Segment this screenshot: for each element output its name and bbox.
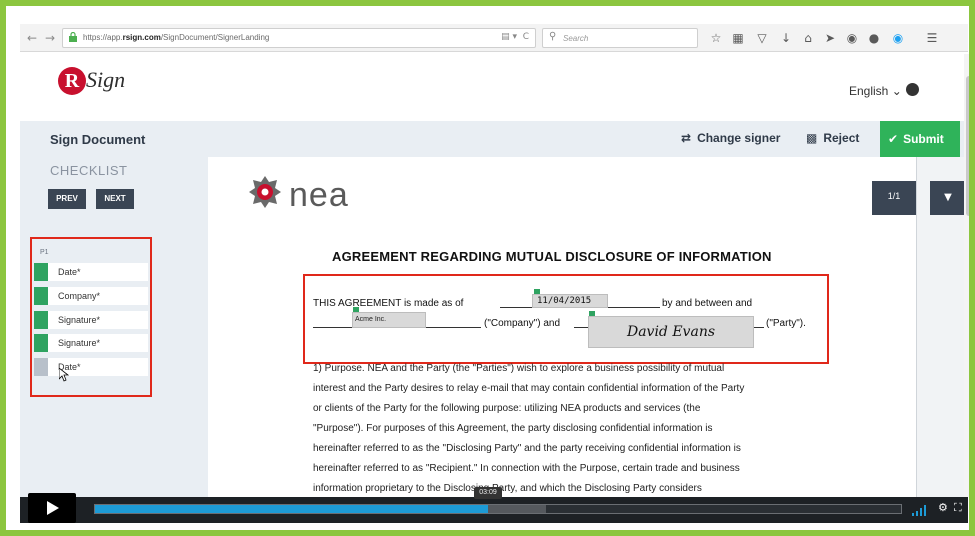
checklist-item-signature[interactable]: Signature* bbox=[34, 311, 148, 329]
trash-icon: ▩ bbox=[806, 131, 818, 145]
agreement-line-1a: THIS AGREEMENT is made as of bbox=[313, 298, 464, 309]
lock-icon bbox=[69, 32, 77, 42]
checklist-item-date[interactable]: Date* bbox=[34, 358, 148, 376]
date-field[interactable]: 11/04/2015 bbox=[532, 294, 608, 308]
body-line: 1) Purpose. NEA and the Party (the "Part… bbox=[313, 363, 725, 374]
search-bar[interactable]: ⚲ Search bbox=[542, 28, 698, 48]
prev-button[interactable]: PREV bbox=[48, 189, 86, 209]
completed-indicator bbox=[34, 311, 48, 329]
completed-indicator bbox=[34, 287, 48, 305]
checkmark-icon: ✔ bbox=[888, 132, 899, 146]
change-signer-button[interactable]: ⇄ Change signer bbox=[681, 131, 780, 145]
home-icon[interactable]: ⌂ bbox=[800, 29, 816, 47]
company-field[interactable]: Acme Inc. bbox=[352, 312, 426, 328]
submit-button[interactable]: ✔ Submit bbox=[880, 121, 960, 157]
played-progress bbox=[95, 505, 488, 513]
rsign-logo-text: Sign bbox=[86, 67, 126, 92]
rsign-logo-mark: R bbox=[58, 67, 86, 95]
pocket-icon[interactable]: ▽ bbox=[754, 29, 770, 47]
play-button[interactable] bbox=[28, 493, 76, 523]
globe-icon[interactable] bbox=[906, 83, 919, 96]
checklist-item-date[interactable]: Date* bbox=[34, 263, 148, 281]
play-icon bbox=[47, 501, 59, 515]
progress-bar[interactable]: 03:09 bbox=[94, 487, 902, 514]
frame-bottom bbox=[6, 523, 969, 530]
mouse-cursor-icon bbox=[59, 368, 69, 382]
clipboard-icon[interactable]: ▦ bbox=[730, 29, 746, 47]
swap-icon: ⇄ bbox=[681, 131, 692, 145]
app-header: R Sign English ⌄ bbox=[20, 53, 968, 121]
document-title: AGREEMENT REGARDING MUTUAL DISCLOSURE OF… bbox=[332, 249, 772, 264]
nea-logo-mark bbox=[249, 176, 281, 208]
time-tooltip: 03:09 bbox=[474, 487, 502, 499]
extension-icon[interactable]: ◉ bbox=[844, 29, 860, 47]
skype-icon[interactable]: ◉ bbox=[890, 29, 906, 47]
next-button[interactable]: NEXT bbox=[96, 189, 134, 209]
search-icon: ⚲ bbox=[549, 31, 557, 42]
url-text: https://app.rsign.com/SignDocument/Signe… bbox=[83, 33, 270, 42]
completed-indicator bbox=[34, 263, 48, 281]
fullscreen-icon[interactable]: ⛶ bbox=[954, 501, 962, 515]
checklist-title: CHECKLIST bbox=[50, 163, 128, 178]
bookmark-star-icon[interactable]: ☆ bbox=[708, 29, 724, 47]
address-bar[interactable]: https://app.rsign.com/SignDocument/Signe… bbox=[62, 28, 536, 48]
body-line: hereinafter referred to as "Recipient." … bbox=[313, 463, 740, 474]
body-line: information proprietary to the Disclosin… bbox=[313, 483, 702, 494]
back-arrow-icon[interactable]: ← bbox=[24, 30, 40, 46]
checklist-item-signature[interactable]: Signature* bbox=[34, 334, 148, 352]
send-icon[interactable]: ➤ bbox=[822, 29, 838, 47]
agreement-line-2b: ("Party"). bbox=[766, 318, 806, 329]
reader-view-icon[interactable]: ▤ ▾ C bbox=[501, 32, 529, 42]
page-title: Sign Document bbox=[50, 132, 146, 147]
sign-toolbar: Sign Document ⇄ Change signer ▩ Reject ✔ Su… bbox=[20, 121, 968, 157]
checklist-item-company[interactable]: Company* bbox=[34, 287, 148, 305]
nea-logo-text: nea bbox=[289, 176, 349, 214]
agreement-line-1b: by and between and bbox=[662, 298, 753, 309]
chat-icon[interactable]: ● bbox=[866, 29, 882, 47]
agreement-line-2a: ("Company") and bbox=[484, 318, 561, 329]
download-icon[interactable]: ↓ bbox=[778, 29, 794, 47]
body-line: "Purpose"). For purposes of this Agreeme… bbox=[313, 423, 713, 434]
signature-field[interactable]: David Evans bbox=[588, 316, 754, 348]
page-dropdown-button[interactable]: ▼ bbox=[930, 181, 966, 215]
menu-icon[interactable]: ☰ bbox=[924, 29, 940, 47]
settings-gear-icon[interactable]: ⚙ bbox=[938, 501, 948, 514]
divider bbox=[916, 157, 917, 497]
video-frame: ← → https://app.rsign.com/SignDocument/S… bbox=[0, 0, 975, 536]
body-line: hereinafter referred to as the "Disclosi… bbox=[313, 443, 741, 454]
page-label: P1 bbox=[40, 249, 49, 256]
search-placeholder: Search bbox=[563, 34, 589, 43]
body-line: interest and the Party desires to relay … bbox=[313, 383, 745, 394]
browser-toolbar: ← → https://app.rsign.com/SignDocument/S… bbox=[20, 24, 968, 52]
completed-indicator bbox=[34, 334, 48, 352]
page-indicator: 1/1 bbox=[872, 181, 916, 215]
video-controls: 03:09 ⚙ ⛶ bbox=[20, 487, 968, 523]
reject-button[interactable]: ▩ Reject bbox=[806, 131, 859, 145]
pending-indicator bbox=[34, 358, 48, 376]
scrollbar-thumb[interactable] bbox=[966, 76, 969, 216]
volume-icon[interactable] bbox=[910, 503, 932, 517]
body-line: or clients of the Party for the followin… bbox=[313, 403, 701, 414]
forward-arrow-icon[interactable]: → bbox=[42, 30, 58, 46]
language-selector[interactable]: English ⌄ bbox=[849, 84, 902, 98]
